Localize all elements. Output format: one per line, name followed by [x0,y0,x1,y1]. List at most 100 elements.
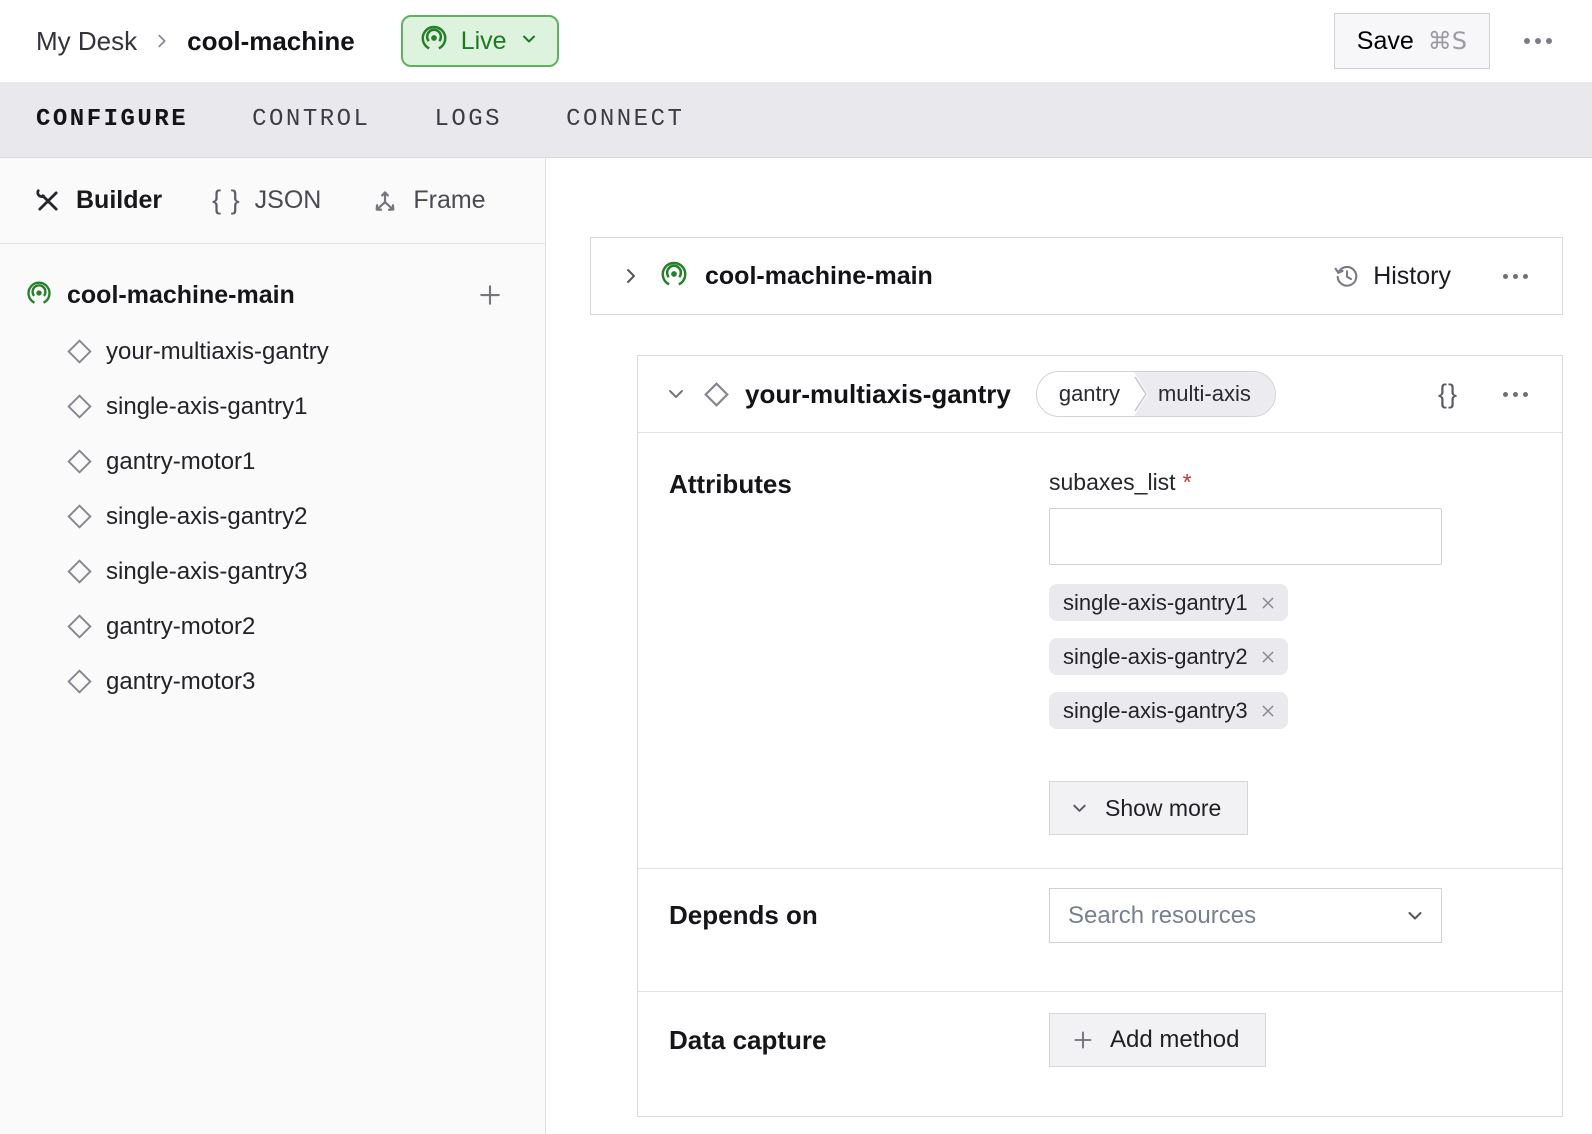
plus-icon [1070,1027,1096,1053]
tree-item-label: gantry-motor3 [106,668,255,696]
breadcrumb: My Desk cool-machine [36,26,355,57]
view-switcher: Builder { } JSON Frame [0,158,545,244]
broadcast-icon [419,23,449,60]
attributes-label-col: Attributes [669,469,1049,868]
chevron-down-icon [1405,906,1425,926]
tab-configure[interactable]: CONFIGURE [36,106,188,133]
component-title: your-multiaxis-gantry [745,379,1011,410]
view-builder[interactable]: Builder [34,186,162,215]
component-diamond-icon [66,503,93,530]
view-builder-label: Builder [76,186,162,215]
close-icon[interactable] [1258,593,1278,613]
subaxes-input[interactable] [1049,508,1442,565]
tree-item[interactable]: single-axis-gantry2 [0,489,545,544]
top-header: My Desk cool-machine Live Save ⌘S [0,0,1592,82]
required-marker: * [1183,469,1192,495]
machine-bar-overflow-menu-icon[interactable] [1493,264,1538,289]
depends-on-section-label: Depends on [669,900,818,930]
component-card: your-multiaxis-gantry gantry multi-axis … [637,355,1563,1117]
component-diamond-icon [66,448,93,475]
depends-on-select[interactable]: Search resources [1049,888,1442,943]
attributes-section: Attributes subaxes_list * single-axis-gan… [638,433,1562,868]
component-diamond-icon [66,613,93,640]
resource-tree: cool-machine-main your-multiaxis-gantry … [0,244,545,709]
subaxis-chip: single-axis-gantry2 [1049,638,1288,675]
content-row: Builder { } JSON Frame [0,158,1592,1134]
component-diamond-icon [66,338,93,365]
field-label-text: subaxes_list [1049,469,1176,495]
main-tabbar: CONFIGURE CONTROL LOGS CONNECT [0,82,1592,158]
badge-chevron-divider-icon [1134,372,1148,416]
history-button[interactable]: History [1333,262,1451,291]
view-frame[interactable]: Frame [371,186,485,215]
broadcast-icon [25,279,53,312]
add-resource-button[interactable] [471,276,509,314]
tools-icon [34,187,62,215]
depends-on-section: Depends on Search resources [638,868,1562,991]
component-overflow-menu-icon[interactable] [1493,382,1538,407]
subaxis-chip: single-axis-gantry1 [1049,584,1288,621]
tree-item-label: single-axis-gantry3 [106,558,307,586]
show-more-label: Show more [1105,795,1221,822]
data-capture-section: Data capture Add method [638,991,1562,1118]
main-panel: cool-machine-main History [546,158,1592,1134]
view-json-label: JSON [255,186,322,215]
machine-part-title: cool-machine-main [705,262,933,291]
tree-item[interactable]: single-axis-gantry3 [0,544,545,599]
add-method-button[interactable]: Add method [1049,1013,1266,1067]
close-icon[interactable] [1258,647,1278,667]
component-type-badge: gantry multi-axis [1036,371,1276,417]
tree-item-label: gantry-motor2 [106,613,255,641]
save-shortcut: ⌘S [1428,27,1467,55]
component-card-header: your-multiaxis-gantry gantry multi-axis … [638,356,1562,433]
braces-icon[interactable]: {} [1438,379,1458,410]
tree-item[interactable]: gantry-motor2 [0,599,545,654]
depends-on-label-col: Depends on [669,888,1049,991]
tree-root-machine-part[interactable]: cool-machine-main [0,266,545,324]
history-label: History [1373,262,1451,291]
breadcrumb-parent-link[interactable]: My Desk [36,26,137,57]
broadcast-icon [659,259,689,294]
tab-logs[interactable]: LOGS [434,106,502,133]
chevron-down-icon [519,27,539,56]
braces-icon: { } [212,185,241,216]
attributes-controls: subaxes_list * single-axis-gantry1 single… [1049,469,1442,868]
tree-item-label: single-axis-gantry2 [106,503,307,531]
machine-status-dropdown[interactable]: Live [401,15,559,67]
tab-connect[interactable]: CONNECT [566,106,684,133]
save-button[interactable]: Save ⌘S [1334,13,1490,69]
data-capture-label-col: Data capture [669,1013,1049,1118]
add-method-label: Add method [1110,1026,1239,1054]
subaxis-chip: single-axis-gantry3 [1049,692,1288,729]
component-diamond-icon [66,668,93,695]
show-more-button[interactable]: Show more [1049,781,1248,835]
depends-on-placeholder: Search resources [1068,902,1405,930]
machine-part-bar: cool-machine-main History [590,237,1563,315]
save-label: Save [1357,27,1414,56]
frame-axes-icon [371,187,399,215]
badge-model: multi-axis [1134,372,1275,416]
chevron-down-icon[interactable] [664,382,688,406]
tree-item[interactable]: your-multiaxis-gantry [0,324,545,379]
chevron-right-icon [153,32,171,50]
history-icon [1333,262,1361,290]
view-frame-label: Frame [413,186,485,215]
component-diamond-icon [66,393,93,420]
chevron-right-icon[interactable] [619,264,643,288]
status-label: Live [461,27,507,56]
tree-item-label: single-axis-gantry1 [106,393,307,421]
tree-item-label: your-multiaxis-gantry [106,338,329,366]
breadcrumb-current: cool-machine [187,26,355,57]
view-json[interactable]: { } JSON [212,185,321,216]
close-icon[interactable] [1258,701,1278,721]
subaxes-chip-list: single-axis-gantry1 single-axis-gantry2 … [1049,584,1442,746]
header-overflow-menu-icon[interactable] [1514,28,1562,54]
chevron-down-icon [1070,799,1089,818]
tree-item[interactable]: gantry-motor1 [0,434,545,489]
config-sidebar: Builder { } JSON Frame [0,158,546,1134]
tab-control[interactable]: CONTROL [252,106,370,133]
tree-item[interactable]: single-axis-gantry1 [0,379,545,434]
attributes-section-label: Attributes [669,469,792,499]
tree-item[interactable]: gantry-motor3 [0,654,545,709]
component-diamond-icon [66,558,93,585]
